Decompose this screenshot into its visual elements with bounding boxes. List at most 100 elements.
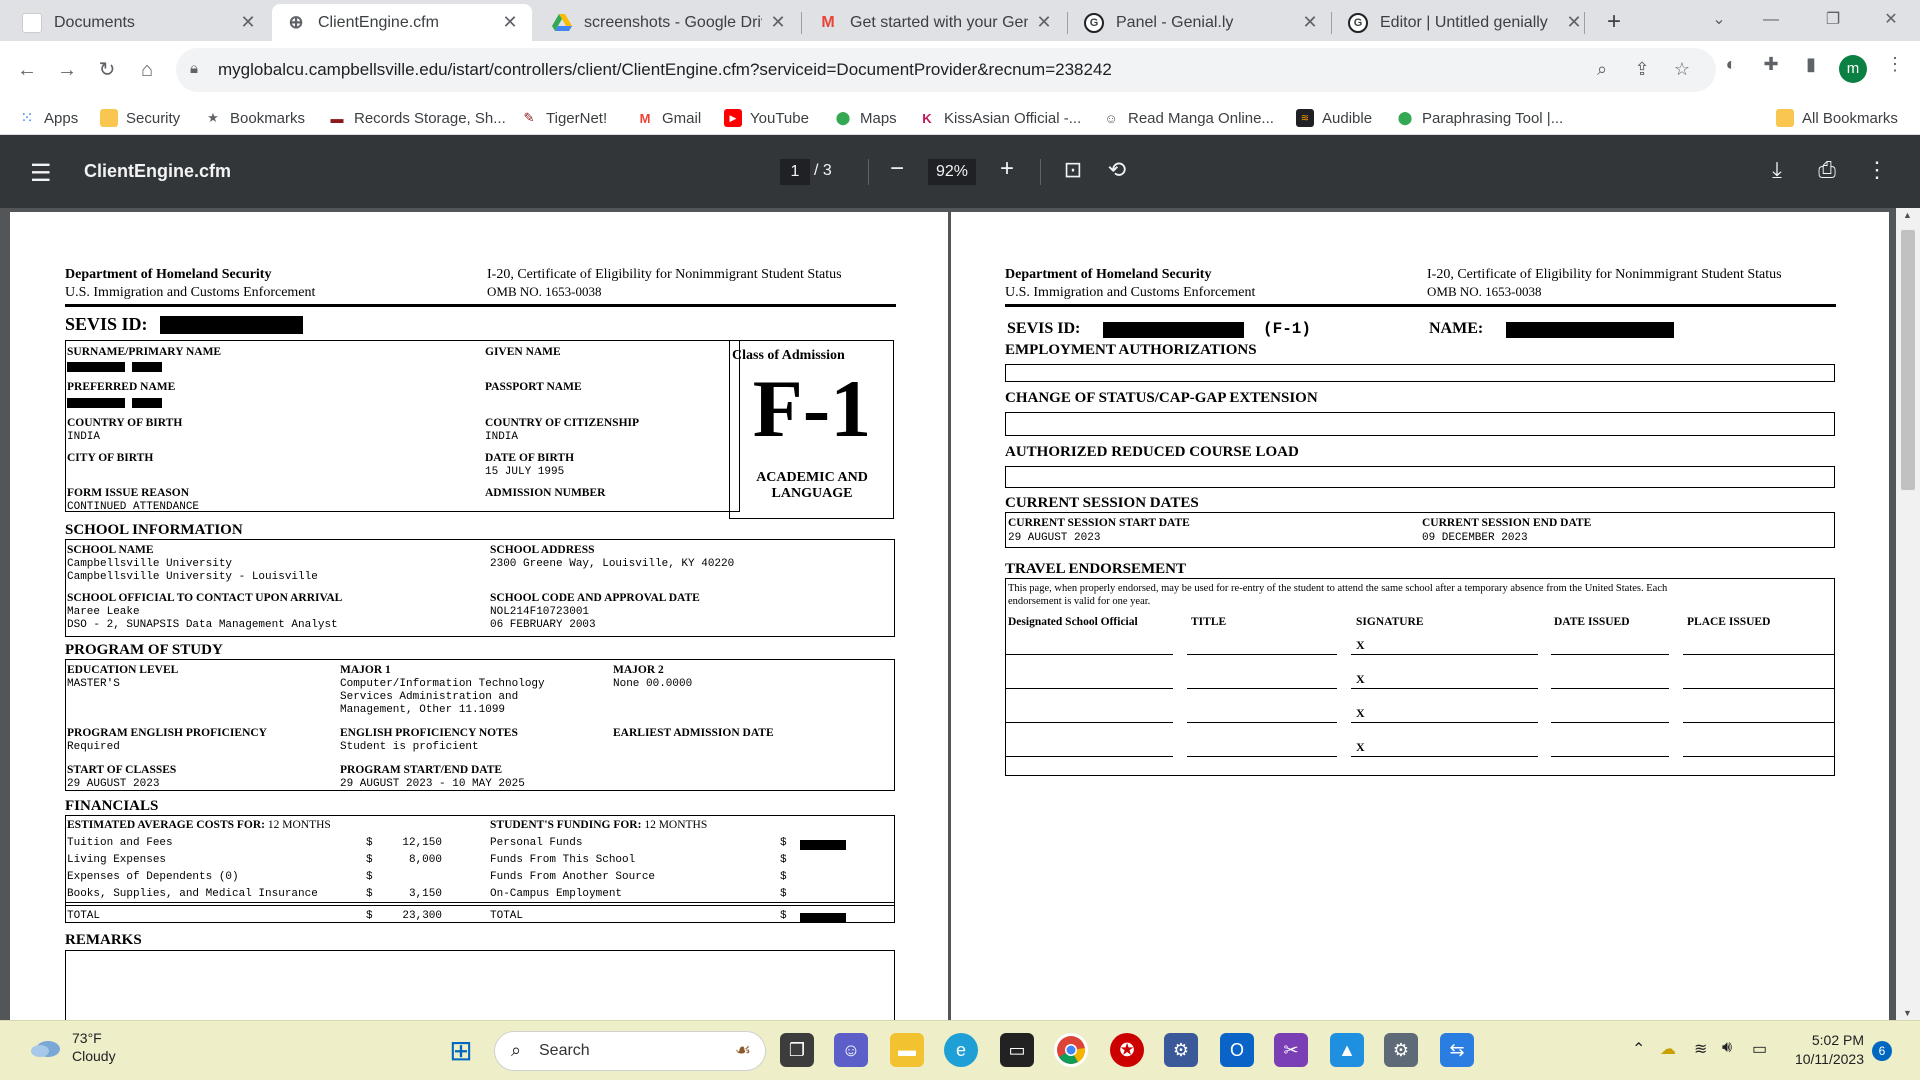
signature-line	[1006, 688, 1173, 689]
outlook-icon[interactable]: O	[1220, 1033, 1254, 1067]
scrollbar-thumb[interactable]	[1901, 230, 1915, 490]
terminal-icon[interactable]: ▭	[1000, 1033, 1034, 1067]
passport-name-label: PASSPORT NAME	[485, 381, 582, 393]
tab-search-button[interactable]: ⌄	[1696, 0, 1742, 41]
system-clock[interactable]: 5:02 PM 10/11/2023	[1782, 1031, 1864, 1069]
scroll-up-arrow-icon[interactable]: ▲	[1903, 210, 1912, 220]
taskbar-search[interactable]: ⌕ Search ☙	[494, 1031, 766, 1071]
estimated-costs-months: 12 MONTHS	[267, 819, 331, 831]
site-info-icon[interactable]: 🔒︎	[190, 60, 198, 77]
close-icon[interactable]: ✕	[1566, 12, 1582, 33]
share-icon[interactable]: ⇪	[1630, 59, 1654, 80]
snipping-tool-icon[interactable]: ✂	[1274, 1033, 1308, 1067]
restore-button[interactable]: ❐	[1810, 0, 1856, 41]
zoom-icon[interactable]: ⌕	[1590, 59, 1614, 80]
windows-start-icon[interactable]: ⊞	[444, 1033, 478, 1067]
battery-icon[interactable]: ▭	[1752, 1039, 1767, 1059]
notification-badge[interactable]: 6	[1872, 1041, 1892, 1061]
chrome-icon[interactable]	[1054, 1033, 1088, 1067]
change-of-status-heading: CHANGE OF STATUS/CAP-GAP EXTENSION	[1005, 390, 1318, 406]
scroll-down-arrow-icon[interactable]: ▼	[1903, 1008, 1912, 1018]
back-button[interactable]: ←	[10, 53, 44, 87]
file-explorer-icon[interactable]: ▬	[890, 1033, 924, 1067]
tab-google-drive[interactable]: screenshots - Google Drive ✕	[538, 4, 800, 41]
forward-button[interactable]: →	[50, 53, 84, 87]
teams-chat-icon[interactable]: ☺	[834, 1033, 868, 1067]
vertical-scrollbar[interactable]: ▲ ▼	[1896, 208, 1920, 1020]
bookmark-records-storage[interactable]: ▬ Records Storage, Sh...	[328, 107, 506, 129]
tab-genially-editor[interactable]: G Editor | Untitled genially ✕	[1334, 4, 1596, 41]
signature-mark: X	[1356, 740, 1365, 754]
network-app-icon[interactable]: ⇆	[1440, 1033, 1474, 1067]
photos-icon[interactable]: ▲	[1330, 1033, 1364, 1067]
close-icon[interactable]: ✕	[1302, 12, 1318, 33]
app-red-icon[interactable]: ✪	[1110, 1033, 1144, 1067]
fit-page-icon[interactable]: ⊡	[1058, 157, 1088, 183]
url-text[interactable]: myglobalcu.campbellsville.edu/istart/con…	[218, 60, 1112, 80]
volume-icon[interactable]: 🔊︎	[1722, 1039, 1732, 1057]
tab-genially-panel[interactable]: G Panel - Genial.ly ✕	[1070, 4, 1332, 41]
weather-temp: 73°F	[72, 1030, 102, 1046]
pdf-viewer[interactable]: Department of Homeland Security U.S. Imm…	[0, 208, 1920, 1020]
address-bar[interactable]: 🔒︎ myglobalcu.campbellsville.edu/istart/…	[176, 48, 1716, 92]
bookmark-read-manga[interactable]: ☺ Read Manga Online...	[1102, 107, 1274, 129]
show-hidden-icons-icon[interactable]: ⌃	[1632, 1039, 1645, 1059]
close-icon[interactable]: ✕	[502, 12, 518, 33]
onedrive-icon[interactable]: ☁	[1660, 1039, 1676, 1059]
bookmark-tigernet[interactable]: ✎ TigerNet!	[520, 107, 608, 129]
browser-tab-strip: Documents ✕ ⊕ ClientEngine.cfm ✕ screens…	[0, 0, 1920, 41]
rotate-icon[interactable]: ⟲	[1102, 157, 1132, 183]
pdf-menu-icon[interactable]: ☰	[30, 159, 52, 188]
bookmark-star-icon[interactable]: ☆	[1670, 59, 1694, 80]
download-icon[interactable]: ⤓	[1762, 157, 1792, 183]
app-blue-icon[interactable]: ⚙	[1164, 1033, 1198, 1067]
extensions-puzzle-icon[interactable]: ✚	[1756, 54, 1786, 75]
remarks-heading: REMARKS	[65, 932, 142, 948]
browser-menu-icon[interactable]: ⋮	[1880, 54, 1910, 75]
signature-line	[1351, 654, 1538, 655]
settings-icon[interactable]: ⚙	[1384, 1033, 1418, 1067]
close-window-button[interactable]: ✕	[1868, 0, 1914, 41]
bookmark-audible[interactable]: ≋ Audible	[1296, 107, 1372, 129]
bookmark-gmail[interactable]: M Gmail	[636, 107, 702, 129]
page-number-input[interactable]: 1	[780, 159, 810, 185]
close-icon[interactable]: ✕	[1036, 12, 1052, 33]
bookmark-security[interactable]: Security	[100, 107, 180, 129]
bookmark-apps[interactable]: ⁙ Apps	[18, 107, 78, 129]
bookmark-bookmarks[interactable]: ★ Bookmarks	[204, 107, 305, 129]
bookmark-kissasian[interactable]: K KissAsian Official -...	[918, 107, 1081, 129]
task-view-icon[interactable]: ❐	[780, 1033, 814, 1067]
bookmark-paraphrasing-tool[interactable]: ⬤ Paraphrasing Tool |...	[1396, 107, 1564, 129]
reduced-course-load-heading: AUTHORIZED REDUCED COURSE LOAD	[1005, 444, 1299, 460]
close-icon[interactable]: ✕	[240, 12, 256, 33]
more-options-icon[interactable]: ⋮	[1862, 157, 1892, 183]
windows-taskbar: 73°F Cloudy ⊞ ⌕ Search ☙ ❐ ☺ ▬ e ▭ ✪ ⚙ O …	[0, 1020, 1920, 1080]
weather-widget[interactable]: 73°F Cloudy	[28, 1029, 116, 1065]
tab-documents[interactable]: Documents ✕	[8, 4, 270, 41]
school-code-value: NOL214F10723001	[490, 606, 590, 618]
profile-avatar[interactable]: m	[1839, 55, 1867, 83]
close-icon[interactable]: ✕	[770, 12, 786, 33]
new-tab-button[interactable]: +	[1598, 6, 1630, 38]
edge-icon[interactable]: e	[944, 1033, 978, 1067]
bookmark-all[interactable]: All Bookmarks	[1776, 107, 1898, 129]
city-of-birth-label: CITY OF BIRTH	[67, 452, 154, 464]
english-proficiency-label: PROGRAM ENGLISH PROFICIENCY	[67, 727, 267, 739]
zoom-in-button[interactable]: +	[992, 155, 1022, 183]
wifi-icon[interactable]: ≋	[1694, 1039, 1707, 1059]
tab-clientengine[interactable]: ⊕ ClientEngine.cfm ✕	[272, 4, 532, 41]
print-icon[interactable]: ⎙	[1812, 157, 1842, 183]
dark-mode-extension-icon[interactable]: ◐	[1716, 54, 1746, 75]
zoom-out-button[interactable]: −	[882, 155, 912, 183]
zoom-input[interactable]: 92%	[928, 159, 976, 185]
bookmark-maps[interactable]: ⬤ Maps	[834, 107, 897, 129]
minimize-button[interactable]: —	[1748, 0, 1794, 41]
reload-button[interactable]: ↻	[90, 53, 124, 87]
home-button[interactable]: ⌂	[130, 53, 164, 87]
student-funding-label: STUDENT'S FUNDING FOR:	[490, 819, 642, 831]
cost-currency: $	[366, 837, 373, 849]
tab-gmail[interactable]: M Get started with your Genia ✕	[804, 4, 1066, 41]
bookmark-youtube[interactable]: ▶ YouTube	[724, 107, 809, 129]
side-panel-icon[interactable]: ▮	[1796, 54, 1826, 75]
cost-item: Expenses of Dependents (0)	[67, 871, 239, 883]
